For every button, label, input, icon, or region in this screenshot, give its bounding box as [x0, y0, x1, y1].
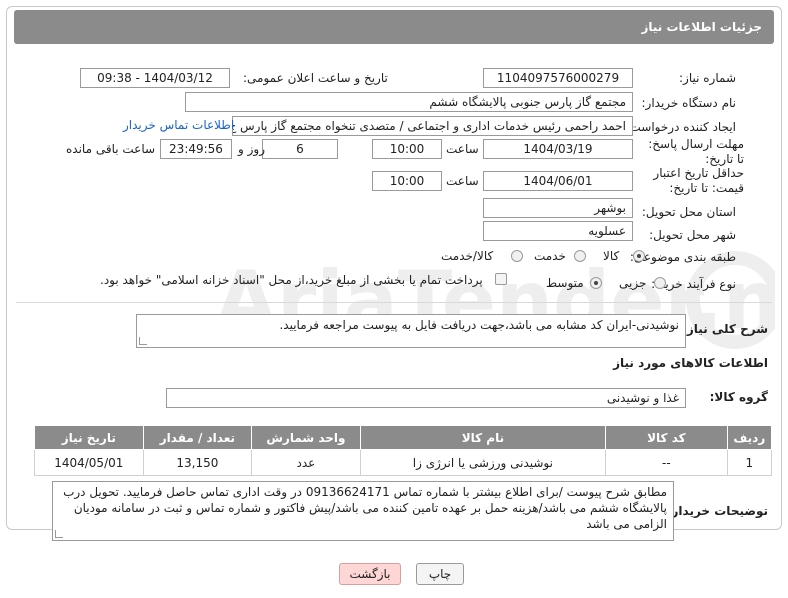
category-label: طبقه بندی موضوعی:	[629, 250, 736, 264]
buyer-org-field: مجتمع گاز پارس جنوبی پالایشگاه ششم	[185, 92, 633, 112]
goods-group-label: گروه کالا:	[709, 390, 768, 404]
cell-unit: عدد	[251, 449, 361, 476]
purchase-radio-minor[interactable]	[654, 277, 666, 289]
buyer-notes-text: مطابق شرح پیوست /برای اطلاع بیشتر با شما…	[63, 485, 667, 531]
city-label: شهر محل تحویل:	[649, 228, 736, 242]
col-row: ردیف	[726, 425, 773, 450]
reply-deadline-label: مهلت ارسال پاسخ: تا تاریخ:	[648, 137, 744, 166]
reply-time-field: 10:00	[372, 139, 442, 159]
category-option-service: خدمت	[534, 249, 566, 263]
treasury-payment-checkbox[interactable]	[495, 273, 507, 285]
creator-field: احمد راحمی رئیس خدمات اداری و اجتماعی / …	[232, 116, 633, 136]
cell-name: نوشیدنی ورزشی یا انرژی زا	[359, 449, 607, 476]
resize-handle-icon[interactable]	[139, 337, 147, 345]
buyer-notes-field: مطابق شرح پیوست /برای اطلاع بیشتر با شما…	[52, 481, 674, 541]
col-name: نام کالا	[359, 425, 607, 450]
province-field: بوشهر	[483, 198, 633, 218]
goods-group-field: غذا و نوشیدنی	[166, 388, 686, 408]
col-quantity: تعداد / مقدار	[142, 425, 253, 450]
category-option-goods: کالا	[603, 249, 620, 263]
cell-quantity: 13,150	[142, 449, 253, 476]
announce-label: تاریخ و ساعت اعلان عمومی:	[243, 71, 388, 85]
purchase-option-medium: متوسط	[546, 276, 584, 290]
purchase-option-minor: جزیی	[619, 276, 647, 290]
price-validity-time-field: 10:00	[372, 171, 442, 191]
price-validity-label: حداقل تاریخ اعتبار قیمت: تا تاریخ:	[653, 166, 744, 195]
cell-row: 1	[726, 449, 773, 476]
col-date: تاریخ نیاز	[34, 425, 144, 450]
cell-code: --	[605, 449, 728, 476]
treasury-payment-note: پرداخت تمام یا بخشی از مبلغ خرید،از محل …	[100, 273, 483, 287]
back-button[interactable]: بازگشت	[339, 563, 401, 585]
description-field: نوشیدنی-ایران کد مشابه می باشد،جهت دریاف…	[136, 314, 686, 348]
buyer-org-label: نام دستگاه خریدار:	[641, 96, 737, 110]
goods-table: ردیف کد کالا نام کالا واحد شمارش تعداد /…	[34, 425, 773, 476]
resize-handle-icon[interactable]	[55, 530, 63, 538]
category-radio-service[interactable]	[574, 250, 586, 262]
divider	[16, 302, 772, 303]
description-text: نوشیدنی-ایران کد مشابه می باشد،جهت دریاف…	[279, 318, 679, 332]
days-label: روز و	[238, 142, 265, 156]
col-unit: واحد شمارش	[251, 425, 361, 450]
reply-time-label: ساعت	[446, 142, 479, 156]
reply-date-field: 1404/03/19	[483, 139, 633, 159]
print-button[interactable]: چاپ	[416, 563, 464, 585]
col-code: کد کالا	[605, 425, 728, 450]
price-validity-time-label: ساعت	[446, 174, 479, 188]
creator-label: ایجاد کننده درخواست:	[625, 120, 736, 134]
cell-date: 1404/05/01	[34, 449, 144, 476]
goods-table-header: ردیف کد کالا نام کالا واحد شمارش تعداد /…	[34, 425, 773, 450]
remaining-time-field: 23:49:56	[160, 139, 232, 159]
city-field: عسلویه	[483, 221, 633, 241]
days-remaining-field: 6	[262, 139, 338, 159]
province-label: استان محل تحویل:	[641, 205, 736, 219]
goods-info-title: اطلاعات کالاهای مورد نیاز	[613, 356, 768, 370]
description-label: شرح کلی نیاز:	[682, 322, 768, 336]
price-validity-date-field: 1404/06/01	[483, 171, 633, 191]
need-number-label: شماره نیاز:	[679, 71, 736, 85]
buyer-notes-label: توضیحات خریدار:	[666, 504, 768, 518]
need-number-field: 1104097576000279	[483, 68, 633, 88]
remaining-time-label: ساعت باقی مانده	[66, 142, 156, 156]
category-option-goods-service: کالا/خدمت	[441, 249, 494, 263]
category-radio-goods-service[interactable]	[511, 250, 523, 262]
announce-datetime-field: 1404/03/12 - 09:38	[80, 68, 230, 88]
table-row: 1 -- نوشیدنی ورزشی یا انرژی زا عدد 13,15…	[34, 449, 773, 476]
purchase-radio-medium[interactable]	[590, 277, 602, 289]
category-radio-goods[interactable]	[633, 250, 645, 262]
panel-header: جزئیات اطلاعات نیاز	[14, 10, 774, 44]
buyer-contact-link[interactable]: اطلاعات تماس خریدار	[123, 118, 234, 132]
